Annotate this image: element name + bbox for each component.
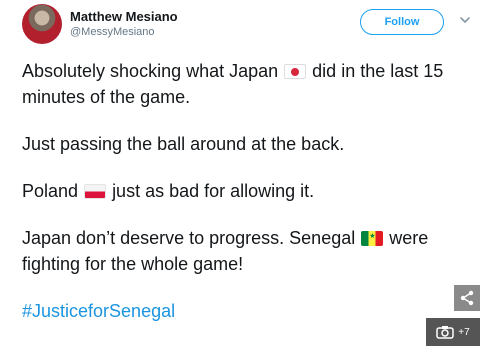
hashtag-link[interactable]: #JusticeforSenegal	[22, 298, 474, 324]
tweet-paragraph: Just passing the ball around at the back…	[22, 134, 345, 154]
gallery-button[interactable]: +7	[426, 318, 480, 346]
gallery-count: +7	[458, 326, 470, 338]
tweet-paragraph: Poland just as bad for allowing it.	[22, 178, 474, 204]
author-handle[interactable]: @MessyMesiano	[70, 26, 155, 38]
tweet-text-segment: Poland	[22, 181, 79, 201]
senegal-flag-icon	[361, 231, 384, 246]
japan-flag-icon	[284, 64, 307, 79]
tweet-paragraph: Japan don’t deserve to progress. Senegal…	[22, 225, 474, 277]
share-button[interactable]	[454, 285, 480, 311]
tweet-paragraph: Absolutely shocking what Japan did in the…	[22, 58, 474, 110]
poland-flag-icon	[84, 184, 107, 199]
tweet-text-segment: just as bad for allowing it.	[112, 181, 315, 201]
follow-button[interactable]: Follow	[360, 9, 444, 35]
tweet-text: Absolutely shocking what Japan did in the…	[22, 58, 474, 345]
share-icon	[460, 290, 474, 306]
author-name[interactable]: Matthew Mesiano	[70, 9, 178, 24]
tweet-text-segment: Absolutely shocking what Japan	[22, 61, 279, 81]
tweet-text-segment: Japan don’t deserve to progress. Senegal	[22, 228, 356, 248]
camera-icon	[436, 326, 455, 339]
avatar[interactable]	[22, 4, 62, 44]
chevron-down-icon[interactable]	[458, 13, 472, 27]
